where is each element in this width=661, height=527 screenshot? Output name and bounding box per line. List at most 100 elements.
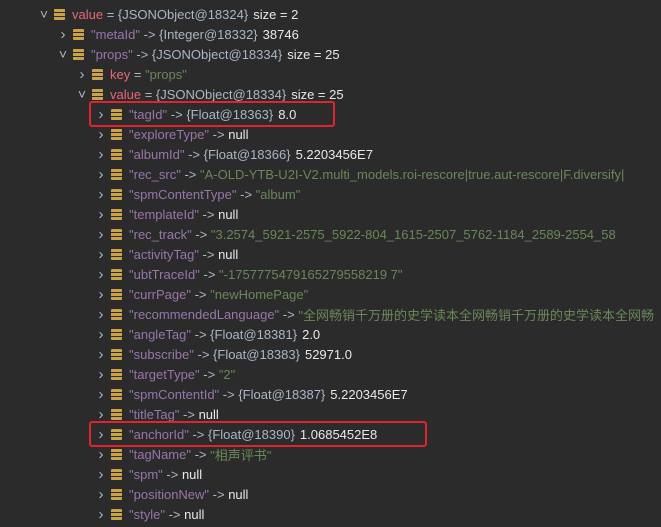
variable-name: "recommendedLanguage" — [129, 306, 280, 322]
relation-operator: -> — [188, 426, 208, 442]
chevron-right-icon[interactable]: › — [95, 444, 107, 464]
variable-name: "tagId" — [129, 106, 168, 122]
tree-row[interactable]: › "exploreType" -> null — [0, 124, 661, 144]
chevron-right-icon[interactable]: › — [95, 404, 107, 424]
tree-row[interactable]: › "currPage" -> "newHomePage" — [0, 284, 661, 304]
variable-name: "style" — [129, 506, 165, 522]
field-icon — [111, 288, 122, 300]
tree-row[interactable]: › "albumId" -> {Float@18366} 5.2203456E7 — [0, 144, 661, 164]
variable-value: "3.2574_5921-2575_5922-804_1615-2507_576… — [210, 226, 616, 242]
chevron-right-icon[interactable]: › — [95, 484, 107, 504]
tree-row[interactable]: › "targetType" -> "2" — [0, 364, 661, 384]
tree-row[interactable]: › "metaId" -> {Integer@18332} 38746 — [0, 24, 661, 44]
variable-name: "props" — [91, 46, 133, 62]
relation-operator: = — [141, 86, 156, 102]
tree-row[interactable]: › "positionNew" -> null — [0, 484, 661, 504]
variable-name: "spm" — [129, 466, 163, 482]
chevron-right-icon[interactable]: › — [95, 424, 107, 444]
variable-value: "A-OLD-YTB-U2I-V2.multi_models.roi-resco… — [200, 166, 625, 182]
chevron-right-icon[interactable]: › — [95, 244, 107, 264]
chevron-right-icon[interactable]: › — [57, 24, 69, 44]
tree-row[interactable]: › "ubtTraceId" -> "-175777547916527955821… — [0, 264, 661, 284]
field-icon — [111, 308, 122, 320]
chevron-right-icon[interactable]: › — [95, 504, 107, 524]
variable-name: "activityTag" — [129, 246, 199, 262]
chevron-down-icon[interactable]: ˅ — [76, 84, 88, 104]
variable-value: "props" — [145, 66, 187, 82]
relation-operator: -> — [279, 306, 299, 322]
variable-type: {Float@18366} — [203, 146, 291, 162]
field-icon — [111, 348, 122, 360]
tree-row[interactable]: › "tagId" -> {Float@18363} 8.0 — [0, 104, 661, 124]
chevron-right-icon[interactable]: › — [95, 324, 107, 344]
variable-value: "newHomePage" — [210, 286, 309, 302]
chevron-right-icon[interactable]: › — [95, 124, 107, 144]
variable-value: null — [218, 246, 239, 262]
relation-operator: = — [103, 6, 118, 22]
tree-row[interactable]: ˅ value = {JSONObject@18334} size = 25 — [0, 84, 661, 104]
variable-value: size = 2 — [253, 6, 299, 22]
chevron-down-icon[interactable]: ˅ — [57, 44, 69, 64]
tree-row[interactable]: › "subscribe" -> {Float@18383} 52971.0 — [0, 344, 661, 364]
tree-row[interactable]: › "rec_track" -> "3.2574_5921-2575_5922-8… — [0, 224, 661, 244]
tree-row[interactable]: › "rec_src" -> "A-OLD-YTB-U2I-V2.multi_mo… — [0, 164, 661, 184]
tree-row[interactable]: › "anchorId" -> {Float@18390} 1.0685452E8 — [0, 424, 661, 444]
tree-row[interactable]: ˅ value = {JSONObject@18324} size = 2 — [0, 4, 661, 24]
chevron-right-icon[interactable]: › — [95, 164, 107, 184]
variable-type: {Float@18383} — [213, 346, 300, 362]
chevron-right-icon[interactable]: › — [95, 284, 107, 304]
variable-value: 1.0685452E8 — [299, 426, 378, 442]
variable-type: {Float@18363} — [186, 106, 274, 122]
tree-row[interactable]: › "spmContentType" -> "album" — [0, 184, 661, 204]
variable-name: "positionNew" — [129, 486, 210, 502]
tree-row[interactable]: › "style" -> null — [0, 504, 661, 524]
field-icon — [111, 448, 122, 460]
variable-value: null — [228, 486, 249, 502]
tree-row[interactable]: › "tagName" -> "相声评书" — [0, 444, 661, 464]
chevron-right-icon[interactable]: › — [95, 364, 107, 384]
variable-value: 8.0 — [278, 106, 297, 122]
variable-value: "2" — [218, 366, 236, 382]
chevron-right-icon[interactable]: › — [95, 204, 107, 224]
tree-row[interactable]: › "angleTag" -> {Float@18381} 2.0 — [0, 324, 661, 344]
tree-row[interactable]: › "spm" -> null — [0, 464, 661, 484]
chevron-right-icon[interactable]: › — [95, 264, 107, 284]
variable-name: "targetType" — [129, 366, 200, 382]
chevron-right-icon[interactable]: › — [95, 104, 107, 124]
chevron-down-icon[interactable]: ˅ — [38, 4, 50, 24]
relation-operator: -> — [219, 386, 239, 402]
tree-row[interactable]: › "titleTag" -> null — [0, 404, 661, 424]
chevron-right-icon[interactable]: › — [95, 304, 107, 324]
field-icon — [92, 68, 103, 80]
tree-row[interactable]: › "spmContentId" -> {Float@18387} 5.220345… — [0, 384, 661, 404]
tree-row[interactable]: › "activityTag" -> null — [0, 244, 661, 264]
variable-name: "subscribe" — [129, 346, 194, 362]
tree-row[interactable]: › "recommendedLanguage" -> "全网畅销千万册的史学读本全… — [0, 304, 661, 324]
chevron-right-icon[interactable]: › — [95, 344, 107, 364]
field-icon — [111, 328, 122, 340]
variable-value: "album" — [255, 186, 301, 202]
relation-operator: -> — [198, 246, 219, 262]
debugger-variables-tree: ˅ value = {JSONObject@18324} size = 2 › "met… — [0, 0, 661, 527]
relation-operator: -> — [132, 46, 152, 62]
chevron-right-icon[interactable]: › — [95, 464, 107, 484]
variable-name: value — [72, 6, 104, 22]
variable-name: "anchorId" — [129, 426, 189, 442]
chevron-right-icon[interactable]: › — [95, 144, 107, 164]
variable-type: {Float@18387} — [238, 386, 326, 402]
variable-name: "titleTag" — [129, 406, 180, 422]
variable-value: 52971.0 — [304, 346, 352, 362]
variable-type: {Float@18381} — [210, 326, 298, 342]
variable-name: "albumId" — [129, 146, 185, 162]
tree-row[interactable]: ˅ "props" -> {JSONObject@18334} size = 25 — [0, 44, 661, 64]
chevron-right-icon[interactable]: › — [76, 64, 88, 84]
tree-row[interactable]: › "templateId" -> null — [0, 204, 661, 224]
relation-operator: -> — [184, 146, 204, 162]
variable-value: "全网畅销千万册的史学读本全网畅销千万册的史学读本全网畅 — [298, 307, 654, 323]
chevron-right-icon[interactable]: › — [95, 224, 107, 244]
tree-row[interactable]: › key = "props" — [0, 64, 661, 84]
field-icon — [73, 28, 84, 40]
chevron-right-icon[interactable]: › — [95, 384, 107, 404]
chevron-right-icon[interactable]: › — [95, 184, 107, 204]
variable-value: 5.2203456E7 — [295, 146, 373, 162]
